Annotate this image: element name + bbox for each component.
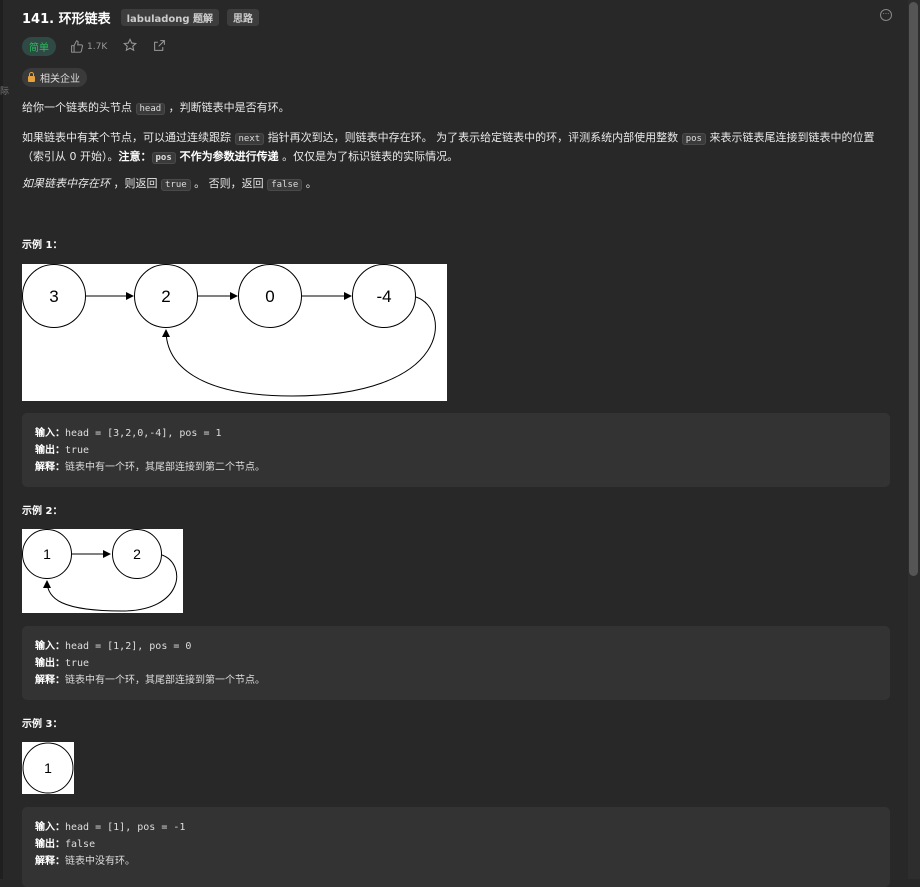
output-value: true bbox=[65, 658, 90, 669]
explain-value: 链表中有一个环，其尾部连接到第二个节点。 bbox=[65, 462, 265, 473]
share-icon bbox=[154, 39, 166, 51]
like-count: 1.7K bbox=[87, 41, 108, 52]
input-value: head = [1], pos = -1 bbox=[65, 822, 186, 833]
thumbs-up-icon bbox=[71, 40, 83, 53]
title-row: 141. 环形链表 labuladong 题解 思路 ··· bbox=[22, 8, 892, 27]
example-3-diagram: 1 bbox=[22, 742, 74, 794]
text: 给你一个链表的头节点 bbox=[22, 101, 136, 114]
inline-code: pos bbox=[151, 152, 176, 164]
input-label: 输入： bbox=[35, 428, 65, 439]
example-2-block: 输入：head = [1,2], pos = 0 输出：true 解释：链表中有… bbox=[22, 626, 890, 700]
scrollbar[interactable] bbox=[908, 0, 920, 879]
related-companies-button[interactable]: 相关企业 bbox=[22, 68, 87, 87]
output-value: true bbox=[65, 445, 90, 456]
node-value: 3 bbox=[49, 287, 58, 306]
text: 。 bbox=[302, 177, 317, 190]
meta-row: 简单 1.7K bbox=[22, 37, 166, 56]
output-label: 输出： bbox=[35, 658, 65, 669]
node-value: 1 bbox=[44, 760, 52, 776]
explain-label: 解释： bbox=[35, 462, 65, 473]
text: 如果链表中有某个节点，可以通过连续跟踪 bbox=[22, 131, 235, 144]
left-panel-edge: 际 bbox=[0, 0, 9, 879]
example-2-heading: 示例 2： bbox=[22, 506, 63, 517]
share-button[interactable] bbox=[153, 39, 166, 55]
inline-code: pos bbox=[681, 133, 706, 145]
text: 指针再次到达，则链表中存在环。 为了表示给定链表中的环，评测系统内部使用整数 bbox=[264, 131, 682, 144]
explain-label: 解释： bbox=[35, 675, 65, 686]
node-value: -4 bbox=[376, 287, 391, 306]
example-1-heading: 示例 1： bbox=[22, 240, 63, 251]
description-p3: 如果链表中存在环 ，则返回 true 。 否则，返回 false 。 bbox=[22, 175, 890, 194]
scrollbar-thumb[interactable] bbox=[909, 2, 918, 576]
description-p1: 给你一个链表的头节点 head ，判断链表中是否有环。 bbox=[22, 99, 890, 118]
example-2-diagram: 1 2 bbox=[22, 529, 183, 613]
explain-value: 链表中有一个环，其尾部连接到第一个节点。 bbox=[65, 675, 265, 686]
node-value: 0 bbox=[265, 287, 274, 306]
lock-icon bbox=[28, 71, 35, 82]
description-p2: 如果链表中有某个节点，可以通过连续跟踪 next 指针再次到达，则链表中存在环。… bbox=[22, 129, 890, 167]
like-button[interactable]: 1.7K bbox=[70, 40, 107, 53]
inline-code: head bbox=[135, 103, 166, 115]
example-3-heading: 示例 3： bbox=[22, 719, 63, 730]
input-label: 输入： bbox=[35, 641, 65, 652]
inline-code: true bbox=[161, 179, 191, 191]
left-edge-glyph: 际 bbox=[0, 87, 10, 97]
text: 。 否则，返回 bbox=[190, 177, 268, 190]
example-1-block: 输入：head = [3,2,0,-4], pos = 1 输出：true 解释… bbox=[22, 413, 890, 487]
explain-value: 链表中没有环。 bbox=[65, 856, 135, 867]
input-value: head = [3,2,0,-4], pos = 1 bbox=[65, 428, 222, 439]
node-value: 2 bbox=[161, 287, 170, 306]
inline-code: false bbox=[267, 179, 303, 191]
input-label: 输入： bbox=[35, 822, 65, 833]
output-value: false bbox=[65, 839, 96, 850]
emphasis-text: 如果链表中存在环 bbox=[22, 177, 110, 190]
text: ，判断链表中是否有环。 bbox=[165, 101, 290, 114]
difficulty-badge: 简单 bbox=[22, 37, 56, 56]
note-label: 注意： bbox=[118, 150, 152, 163]
favorite-button[interactable] bbox=[123, 38, 138, 55]
output-label: 输出： bbox=[35, 839, 65, 850]
note-text: 不作为参数进行传递 bbox=[175, 150, 279, 163]
tag-labuladong[interactable]: labuladong 题解 bbox=[120, 8, 220, 26]
text: 。仅仅是为了标识链表的实际情况。 bbox=[278, 150, 459, 163]
node-value: 1 bbox=[43, 546, 51, 562]
related-companies-label: 相关企业 bbox=[40, 74, 80, 85]
example-3-block: 输入：head = [1], pos = -1 输出：false 解释：链表中没… bbox=[22, 807, 890, 887]
star-icon bbox=[123, 38, 138, 52]
example-1-diagram: 3 2 0 -4 bbox=[22, 264, 447, 401]
tag-hint[interactable]: 思路 bbox=[227, 8, 260, 26]
inline-code: next bbox=[234, 133, 265, 145]
explain-label: 解释： bbox=[35, 856, 65, 867]
node-value: 2 bbox=[133, 546, 141, 562]
page-title: 141. 环形链表 bbox=[22, 11, 111, 27]
input-value: head = [1,2], pos = 0 bbox=[65, 641, 192, 652]
output-label: 输出： bbox=[35, 445, 65, 456]
more-options-icon[interactable]: ··· bbox=[880, 9, 892, 21]
text: ，则返回 bbox=[110, 177, 161, 190]
